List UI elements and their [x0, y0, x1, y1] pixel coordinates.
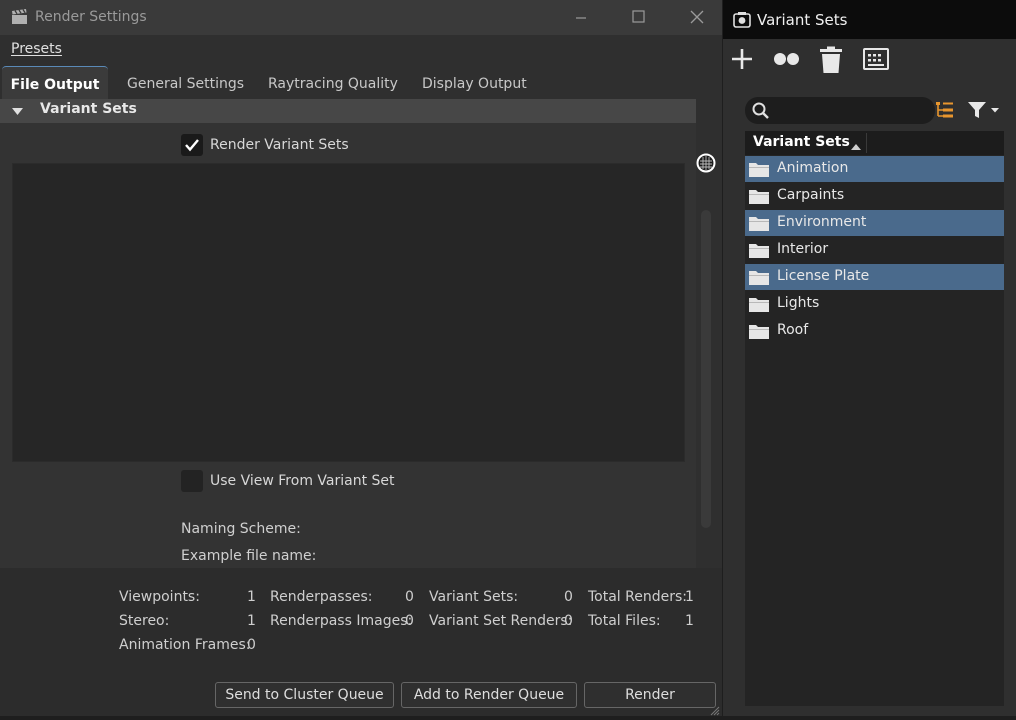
tree-item-label: Carpaints: [777, 187, 845, 203]
section-title: Variant Sets: [40, 101, 137, 117]
folder-icon: [749, 162, 769, 181]
render-variant-sets-checkbox[interactable]: [181, 134, 203, 156]
folder-icon: [749, 243, 769, 262]
variant-sets-window: Variant Sets Variant Sets Animation Carp…: [723, 0, 1016, 716]
stat-animation-frames-value: 0: [247, 637, 256, 653]
tree-header-label: Variant Sets: [753, 134, 850, 150]
tab-general-settings[interactable]: General Settings: [127, 66, 244, 99]
stat-variant-set-renders-value: 0: [564, 613, 573, 629]
tree-item-lights[interactable]: Lights: [745, 291, 1004, 317]
folder-icon: [749, 297, 769, 316]
variant-title-bar[interactable]: Variant Sets: [723, 0, 1016, 39]
render-variant-sets-label: Render Variant Sets: [210, 137, 349, 153]
caret-down-icon[interactable]: [12, 105, 24, 121]
close-icon[interactable]: [686, 6, 708, 28]
stat-total-renders-value: 1: [685, 589, 694, 605]
folder-icon: [749, 189, 769, 208]
stat-renderpasses-value: 0: [405, 589, 414, 605]
add-to-render-queue-button[interactable]: Add to Render Queue: [401, 682, 577, 708]
variant-sets-list[interactable]: [12, 163, 685, 462]
tab-bar: File Output General Settings Raytracing …: [0, 66, 722, 99]
use-view-from-variant-set-checkbox[interactable]: [181, 470, 203, 492]
sort-ascending-icon[interactable]: [851, 139, 861, 155]
checkmark-icon: [185, 139, 199, 152]
tree-item-animation[interactable]: Animation: [745, 156, 1004, 182]
tree-item-environment[interactable]: Environment: [745, 210, 1004, 236]
stat-renderpass-images-value: 0: [405, 613, 414, 629]
vertical-scrollbar[interactable]: [701, 210, 711, 528]
title-bar[interactable]: Render Settings: [0, 0, 722, 35]
stat-viewpoints-label: Viewpoints:: [119, 589, 200, 605]
header-separator: [866, 133, 867, 153]
panel-icon[interactable]: [862, 46, 890, 72]
variant-sets-window-icon: [733, 11, 751, 32]
folder-icon: [749, 324, 769, 343]
stat-total-files-value: 1: [685, 613, 694, 629]
tree-item-label: License Plate: [777, 268, 870, 284]
busy-cursor-icon: [696, 153, 716, 177]
example-file-name-label: Example file name:: [181, 548, 317, 564]
stat-animation-frames-label: Animation Frames:: [119, 637, 251, 653]
stat-renderpasses-label: Renderpasses:: [270, 589, 373, 605]
tree-item-label: Environment: [777, 214, 867, 230]
folder-icon: [749, 270, 769, 289]
tree-item-label: Interior: [777, 241, 829, 257]
tab-display-output[interactable]: Display Output: [422, 66, 527, 99]
tree-item-label: Roof: [777, 322, 809, 338]
folder-icon: [749, 216, 769, 235]
filter-icon[interactable]: [967, 101, 1003, 123]
variant-toolbar: [723, 39, 1016, 79]
tree-item-roof[interactable]: Roof: [745, 318, 1004, 344]
resize-grip-icon[interactable]: [710, 704, 720, 720]
stat-viewpoints-value: 1: [247, 589, 256, 605]
stat-renderpass-images-label: Renderpass Images:: [270, 613, 413, 629]
tab-file-output[interactable]: File Output: [2, 66, 108, 99]
render-button[interactable]: Render: [584, 682, 716, 708]
tree-item-label: Animation: [777, 160, 849, 176]
window-title: Render Settings: [35, 9, 147, 25]
variant-dots-icon[interactable]: [772, 46, 800, 72]
clapperboard-icon: [11, 9, 28, 29]
search-box[interactable]: [745, 97, 935, 124]
variant-window-title: Variant Sets: [757, 11, 848, 29]
minimize-icon[interactable]: [570, 6, 592, 28]
use-view-from-variant-set-label: Use View From Variant Set: [210, 473, 395, 489]
stat-total-renders-label: Total Renders:: [588, 589, 687, 605]
trash-icon[interactable]: [817, 46, 845, 73]
stat-variant-sets-value: 0: [564, 589, 573, 605]
render-settings-window: Render Settings Presets File Output Gene…: [0, 0, 722, 716]
tree-item-label: Lights: [777, 295, 820, 311]
stat-stereo-label: Stereo:: [119, 613, 170, 629]
menu-bar: Presets: [0, 35, 722, 65]
send-to-cluster-queue-button[interactable]: Send to Cluster Queue: [215, 682, 394, 708]
tree-item-interior[interactable]: Interior: [745, 237, 1004, 263]
tree-view-icon[interactable]: [935, 101, 955, 123]
menu-presets[interactable]: Presets: [11, 41, 62, 57]
tree-item-license-plate[interactable]: License Plate: [745, 264, 1004, 290]
section-variant-sets[interactable]: Variant Sets: [0, 99, 696, 123]
search-icon: [752, 102, 770, 124]
tree-header[interactable]: Variant Sets: [745, 131, 1004, 155]
search-input[interactable]: [775, 101, 925, 119]
tree-item-carpaints[interactable]: Carpaints: [745, 183, 1004, 209]
stat-stereo-value: 1: [247, 613, 256, 629]
stat-variant-sets-label: Variant Sets:: [429, 589, 519, 605]
add-icon[interactable]: [728, 46, 756, 72]
stat-variant-set-renders-label: Variant Set Renders:: [429, 613, 573, 629]
naming-scheme-label: Naming Scheme:: [181, 521, 301, 537]
variant-sets-tree[interactable]: Variant Sets Animation Carpaints Environ…: [745, 131, 1004, 706]
stat-total-files-label: Total Files:: [588, 613, 661, 629]
tab-raytracing-quality[interactable]: Raytracing Quality: [268, 66, 398, 99]
maximize-icon[interactable]: [627, 6, 649, 28]
